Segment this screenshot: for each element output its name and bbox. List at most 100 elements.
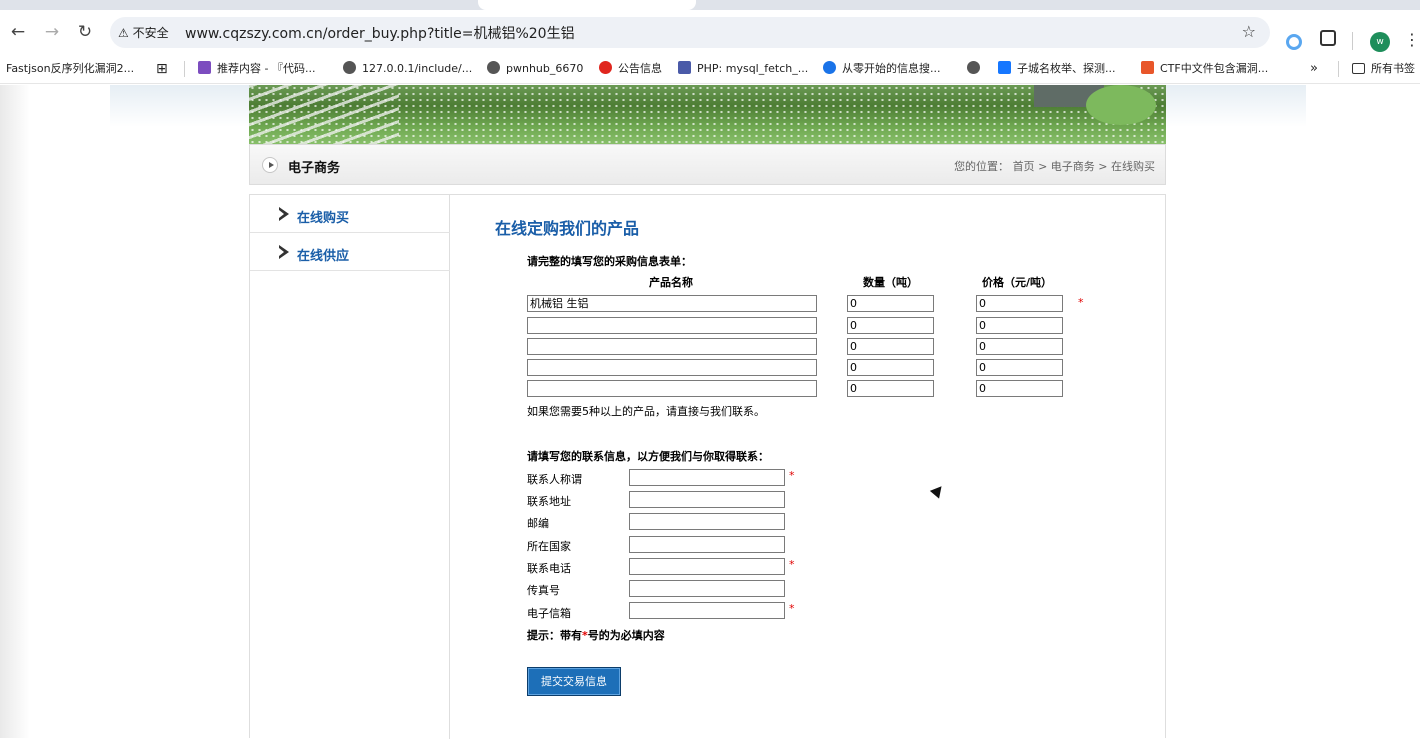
page-title: 在线定购我们的产品 <box>495 219 640 238</box>
product-name-input[interactable] <box>527 359 817 376</box>
more-bookmarks-chevron-icon[interactable]: » <box>1310 61 1318 77</box>
sidebar-item-label: 在线购买 <box>297 211 350 226</box>
price-input[interactable]: 0 <box>976 338 1063 355</box>
country-input[interactable] <box>629 536 785 553</box>
fax-input[interactable] <box>629 580 785 597</box>
bookmarks-bar: Fastjson反序列化漏洞2... ⊞ 推荐内容 - 『代码... 127.0… <box>0 54 1420 84</box>
price-input[interactable]: 0 <box>976 295 1063 312</box>
required-asterisk: * <box>789 558 795 571</box>
quantity-input[interactable]: 0 <box>847 359 934 376</box>
column-header-quantity: 数量（吨） <box>863 276 918 289</box>
quantity-input[interactable]: 0 <box>847 338 934 355</box>
form-intro: 请完整的填写您的采购信息表单： <box>527 255 692 268</box>
product-name-input[interactable] <box>527 317 817 334</box>
fence-graphic <box>249 85 399 144</box>
breadcrumb-separator: > <box>1098 160 1108 173</box>
product-name-input[interactable] <box>527 338 817 355</box>
section-header: 电子商务 您的位置： 首页 > 电子商务 > 在线购买 <box>249 144 1166 185</box>
address-bar[interactable]: ⚠ 不安全 www.cqzszy.com.cn/order_buy.php?ti… <box>110 17 1270 48</box>
submit-order-button[interactable]: 提交交易信息 <box>527 667 621 696</box>
active-tab[interactable] <box>478 0 696 10</box>
bookmark-item[interactable]: 127.0.0.1/include/... <box>343 61 472 77</box>
play-bullet-icon <box>262 157 278 173</box>
bookmark-item[interactable]: pwnhub_6670 <box>487 61 583 77</box>
email-input[interactable] <box>629 602 785 619</box>
breadcrumb-prefix: 您的位置： <box>954 160 1010 173</box>
security-warning[interactable]: ⚠ 不安全 <box>118 24 169 41</box>
required-asterisk: * <box>1078 296 1084 309</box>
zip-input[interactable] <box>629 513 785 530</box>
sidebar-item-online-buy[interactable]: 在线购买 <box>250 195 450 233</box>
security-label: 不安全 <box>132 26 169 40</box>
phone-label: 联系电话 <box>527 562 571 575</box>
profile-avatar[interactable]: w <box>1370 32 1390 52</box>
quantity-input[interactable]: 0 <box>847 317 934 334</box>
all-bookmarks-folder[interactable]: 所有书签 <box>1352 61 1415 77</box>
bookmark-separator <box>1338 61 1339 77</box>
phone-input[interactable] <box>629 558 785 575</box>
zip-label: 邮编 <box>527 517 549 530</box>
folder-icon <box>1352 63 1365 74</box>
globe-icon[interactable] <box>967 61 986 77</box>
product-name-input[interactable]: 机械铝 生铝 <box>527 295 817 312</box>
bookmark-item[interactable]: 公告信息 <box>599 61 662 77</box>
bookmark-item[interactable]: CTF中文件包含漏洞... <box>1141 61 1268 77</box>
browser-menu-icon[interactable]: ⋮ <box>1404 30 1420 50</box>
contact-intro: 请填写您的联系信息，以方便我们与你取得联系： <box>527 450 769 463</box>
bookmark-star-icon[interactable]: ☆ <box>1242 22 1256 41</box>
address-label: 联系地址 <box>527 495 571 508</box>
required-asterisk: * <box>789 469 795 482</box>
breadcrumb-separator: > <box>1038 160 1048 173</box>
extension-ring-icon[interactable] <box>1286 34 1302 50</box>
email-label: 电子信箱 <box>527 607 571 620</box>
bookmark-favicon-icon <box>599 61 612 74</box>
browser-toolbar: ← → ↻ ⚠ 不安全 www.cqzszy.com.cn/order_buy.… <box>0 10 1420 54</box>
bookmark-item[interactable]: PHP: mysql_fetch_... <box>678 61 808 77</box>
back-arrow-icon[interactable]: ← <box>8 22 28 42</box>
required-tip: 提示：带有*号的为必填内容 <box>527 627 665 643</box>
sidebar-item-label: 在线供应 <box>297 249 350 264</box>
bookmark-item[interactable]: 从零开始的信息搜... <box>823 61 941 77</box>
required-asterisk: * <box>789 602 795 615</box>
csdn-icon <box>1141 61 1154 74</box>
tip-suffix: 号的为必填内容 <box>587 629 665 642</box>
toolbar-divider <box>1352 32 1353 50</box>
contact-name-input[interactable] <box>629 469 785 486</box>
zhihu-icon <box>998 61 1011 74</box>
reload-icon[interactable]: ↻ <box>75 22 95 42</box>
address-input[interactable] <box>629 491 785 508</box>
tip-prefix: 提示：带有 <box>527 629 582 642</box>
php-icon <box>678 61 691 74</box>
chevron-right-icon <box>279 245 289 259</box>
contact-name-label: 联系人称谓 <box>527 473 582 486</box>
chevron-right-icon <box>279 207 289 221</box>
price-input[interactable]: 0 <box>976 359 1063 376</box>
globe-icon <box>487 61 500 74</box>
price-input[interactable]: 0 <box>976 380 1063 397</box>
bookmark-item[interactable]: 子城名枚举、探测... <box>998 61 1116 77</box>
quantity-input[interactable]: 0 <box>847 380 934 397</box>
sidebar-item-online-supply[interactable]: 在线供应 <box>250 233 450 271</box>
column-header-product: 产品名称 <box>649 276 693 289</box>
sidebar: 在线购买 在线供应 <box>250 195 450 739</box>
forward-arrow-icon[interactable]: → <box>42 22 62 42</box>
section-title: 电子商务 <box>288 161 341 176</box>
extensions-puzzle-icon[interactable] <box>1320 30 1336 46</box>
breadcrumb-home-link[interactable]: 首页 <box>1013 160 1035 173</box>
bookmark-separator <box>184 61 185 77</box>
globe-icon <box>343 61 356 74</box>
bookmark-item[interactable]: Fastjson反序列化漏洞2... <box>6 61 134 77</box>
fax-label: 传真号 <box>527 584 560 597</box>
bookmark-item[interactable]: 推荐内容 - 『代码... <box>198 61 315 77</box>
product-name-input[interactable] <box>527 380 817 397</box>
banner-image <box>249 85 1166 144</box>
apps-grid-icon[interactable]: ⊞ <box>156 61 168 77</box>
quantity-input[interactable]: 0 <box>847 295 934 312</box>
breadcrumb-ecommerce-link[interactable]: 电子商务 <box>1051 160 1095 173</box>
tree-graphic <box>1086 85 1156 125</box>
page-left-shade <box>0 85 30 738</box>
price-input[interactable]: 0 <box>976 317 1063 334</box>
bookmark-favicon-icon <box>823 61 836 74</box>
url-text[interactable]: www.cqzszy.com.cn/order_buy.php?title=机械… <box>185 23 575 43</box>
bookmark-favicon-icon <box>198 61 211 74</box>
